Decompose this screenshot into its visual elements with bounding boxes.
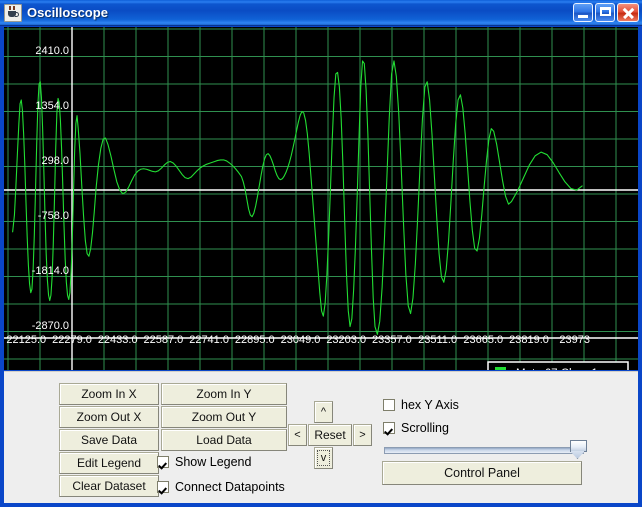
- show-legend-checkbox[interactable]: Show Legend: [157, 455, 251, 469]
- left-button-column: Zoom In X Zoom Out X Save Data Edit Lege…: [59, 383, 159, 498]
- checkbox-glyph-unchecked: [383, 399, 395, 411]
- chart-legend[interactable]: Mote 67 Chan 1: [487, 361, 629, 370]
- connect-datapoints-label: Connect Datapoints: [175, 480, 285, 494]
- zoom-out-y-button[interactable]: Zoom Out Y: [161, 406, 287, 428]
- pan-right-button[interactable]: >: [353, 424, 372, 446]
- save-data-button[interactable]: Save Data: [59, 429, 159, 451]
- window-button-group: [573, 3, 639, 22]
- pan-left-button[interactable]: <: [288, 424, 307, 446]
- checkbox-glyph-checked: [157, 456, 169, 468]
- window-bottom-border: [0, 503, 642, 507]
- legend-entry-label: Mote 67 Chan 1: [516, 368, 598, 370]
- zoom-in-x-button[interactable]: Zoom In X: [59, 383, 159, 405]
- y-tick-label: 298.0: [41, 155, 69, 167]
- title-bar[interactable]: Oscilloscope: [0, 0, 642, 26]
- show-legend-label: Show Legend: [175, 455, 252, 469]
- hex-y-axis-checkbox[interactable]: hex Y Axis: [383, 398, 459, 412]
- x-tick-label: 23511.0: [418, 334, 457, 346]
- navigation-pad: ^ < Reset > v: [288, 401, 372, 473]
- hex-y-axis-label: hex Y Axis: [401, 398, 459, 412]
- y-tick-label: 2410.0: [35, 45, 69, 57]
- legend-color-swatch: [495, 367, 506, 370]
- y-tick-label: -2870.0: [32, 320, 69, 332]
- scrolling-label: Scrolling: [401, 421, 449, 435]
- middle-button-column: Zoom In Y Zoom Out Y Load Data: [161, 383, 287, 452]
- plot-background: [4, 27, 638, 370]
- reset-button[interactable]: Reset: [308, 424, 352, 446]
- connect-datapoints-checkbox[interactable]: Connect Datapoints: [157, 480, 285, 494]
- x-tick-label: 22741.0: [189, 334, 229, 346]
- checkbox-glyph-checked: [157, 481, 169, 493]
- x-tick-label: 22279.0: [52, 334, 92, 346]
- window-title: Oscilloscope: [27, 5, 108, 20]
- zoom-out-x-button[interactable]: Zoom Out X: [59, 406, 159, 428]
- minimize-button[interactable]: [573, 3, 593, 22]
- close-button[interactable]: [617, 3, 639, 22]
- plot-canvas: 2410.01354.0298.0-758.0-1814.0-2870.0-39…: [4, 27, 638, 370]
- x-tick-label: 22895.0: [235, 334, 275, 346]
- x-tick-label: 22125.0: [6, 334, 46, 346]
- clear-dataset-button[interactable]: Clear Dataset: [59, 475, 159, 497]
- checkbox-glyph-checked: [383, 422, 395, 434]
- edit-legend-button[interactable]: Edit Legend: [59, 452, 159, 474]
- y-tick-label: 1354.0: [35, 100, 69, 112]
- slider-thumb[interactable]: [570, 440, 587, 452]
- x-tick-label: 23973: [559, 334, 590, 346]
- x-tick-label: 22587.0: [144, 334, 184, 346]
- slider-track[interactable]: [384, 447, 584, 454]
- load-data-button[interactable]: Load Data: [161, 429, 287, 451]
- java-cup-icon: [4, 3, 22, 22]
- y-tick-label: -1814.0: [32, 265, 69, 277]
- scrolling-checkbox[interactable]: Scrolling: [383, 421, 449, 435]
- y-tick-label: -758.0: [38, 210, 69, 222]
- pan-up-button[interactable]: ^: [314, 401, 333, 423]
- window-right-border: [638, 26, 642, 507]
- zoom-in-y-button[interactable]: Zoom In Y: [161, 383, 287, 405]
- x-tick-label: 23203.0: [326, 334, 366, 346]
- x-tick-label: 23819.0: [509, 334, 549, 346]
- x-tick-label: 22433.0: [98, 334, 138, 346]
- oscilloscope-window: Oscilloscope 2410.0 1354.0 298.0 -758.0 -181…: [0, 0, 642, 507]
- control-panel-button[interactable]: Control Panel: [382, 461, 582, 485]
- scroll-position-slider[interactable]: [384, 440, 587, 458]
- x-tick-label: 23665.0: [463, 334, 503, 346]
- maximize-button[interactable]: [595, 3, 615, 22]
- pan-down-button[interactable]: v: [314, 447, 333, 469]
- x-tick-label: 23357.0: [372, 334, 412, 346]
- oscilloscope-plot[interactable]: 2410.01354.0298.0-758.0-1814.0-2870.0-39…: [4, 27, 638, 370]
- x-tick-label: 23049.0: [281, 334, 321, 346]
